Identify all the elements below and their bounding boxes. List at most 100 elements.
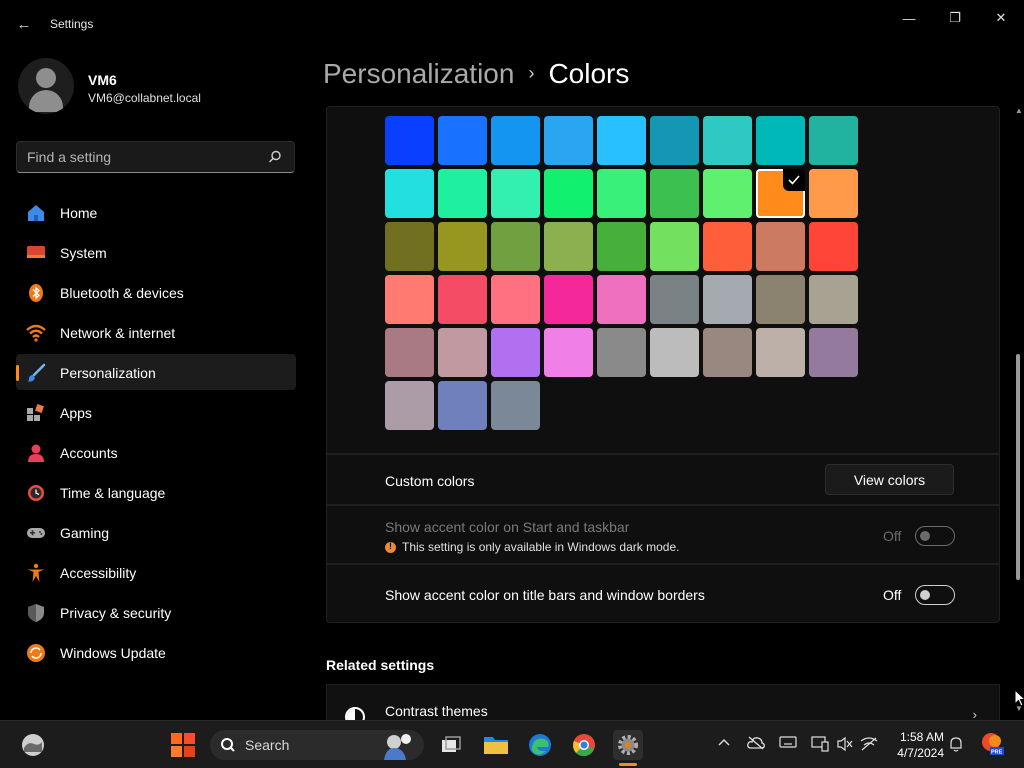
accent-color-swatch[interactable] [650, 275, 699, 324]
accent-color-swatch[interactable] [756, 169, 805, 218]
close-button[interactable]: ✕ [978, 6, 1024, 30]
taskbar-search[interactable]: Search [210, 730, 424, 760]
accent-color-swatch[interactable] [703, 222, 752, 271]
accent-color-swatch[interactable] [703, 116, 752, 165]
accent-color-swatch[interactable] [809, 169, 858, 218]
accent-color-swatch[interactable] [491, 169, 540, 218]
back-button[interactable]: ← [10, 12, 38, 36]
contrast-themes-link[interactable]: Contrast themes › [326, 684, 1000, 727]
sidebar-item-label: Time & language [60, 485, 166, 501]
accent-color-swatch[interactable] [703, 169, 752, 218]
user-profile[interactable]: VM6 VM6@collabnet.local [18, 58, 298, 122]
chrome-button[interactable] [569, 730, 599, 760]
show-hidden-icons-button[interactable] [718, 736, 730, 750]
minimize-button[interactable]: — [886, 6, 932, 30]
accent-color-swatch[interactable] [597, 328, 646, 377]
dark-mode-note-text: This setting is only available in Window… [402, 540, 680, 554]
accent-color-swatch[interactable] [491, 116, 540, 165]
sidebar-item-windows-update[interactable]: Windows Update [16, 634, 296, 670]
accent-color-swatch[interactable] [597, 222, 646, 271]
file-explorer-button[interactable] [481, 730, 511, 760]
sidebar-item-apps[interactable]: Apps [16, 394, 296, 430]
accent-color-swatch[interactable] [756, 328, 805, 377]
sidebar-item-privacy[interactable]: Privacy & security [16, 594, 296, 630]
accent-color-swatch[interactable] [809, 116, 858, 165]
accent-color-swatch[interactable] [544, 328, 593, 377]
breadcrumb-parent[interactable]: Personalization [323, 58, 514, 89]
accent-color-swatch[interactable] [809, 275, 858, 324]
scroll-thumb[interactable] [1016, 354, 1020, 580]
accent-color-swatch[interactable] [491, 381, 540, 430]
settings-taskbar-button[interactable] [613, 730, 643, 760]
chrome-browser-icon [573, 734, 595, 757]
taskbar-clock[interactable]: 1:58 AM 4/7/2024 [890, 729, 944, 761]
accent-color-swatch[interactable] [491, 275, 540, 324]
accent-color-swatch[interactable] [650, 116, 699, 165]
accent-color-swatch[interactable] [756, 222, 805, 271]
accent-color-swatch[interactable] [809, 328, 858, 377]
clock-time: 1:58 AM [899, 730, 944, 744]
scroll-up-icon[interactable]: ▲ [1015, 106, 1023, 115]
accent-color-swatch[interactable] [385, 222, 434, 271]
accent-color-swatch[interactable] [544, 222, 593, 271]
accent-color-swatch[interactable] [385, 381, 434, 430]
display-icon[interactable] [811, 736, 829, 755]
sidebar-item-system[interactable]: System [16, 234, 296, 270]
main-scrollbar[interactable]: ▲ ▼ [1012, 106, 1024, 720]
search-icon[interactable] [268, 150, 282, 164]
accent-color-swatch[interactable] [438, 328, 487, 377]
task-view-button[interactable] [436, 730, 466, 760]
page-title: Colors [548, 58, 630, 89]
accent-color-swatch[interactable] [650, 328, 699, 377]
start-button[interactable] [168, 730, 198, 760]
accent-color-swatch[interactable] [438, 222, 487, 271]
title-bar: ← Settings — ❐ ✕ [0, 0, 1024, 48]
accent-color-swatch[interactable] [438, 169, 487, 218]
accent-color-swatch[interactable] [385, 116, 434, 165]
notifications-button[interactable] [949, 736, 963, 755]
cloud-sync-icon[interactable] [747, 736, 765, 753]
sidebar-item-personalization[interactable]: Personalization [16, 354, 296, 390]
accent-color-swatch[interactable] [703, 328, 752, 377]
accent-start-taskbar-label: Show accent color on Start and taskbar [385, 519, 630, 535]
sidebar-item-accessibility[interactable]: Accessibility [16, 554, 296, 590]
accent-color-swatch[interactable] [650, 169, 699, 218]
contrast-themes-label: Contrast themes [385, 703, 488, 719]
restore-button[interactable]: ❐ [932, 6, 978, 30]
edge-button[interactable] [525, 730, 555, 760]
preview-build-icon[interactable]: PRE [980, 731, 1004, 760]
accent-color-swatch[interactable] [491, 328, 540, 377]
sidebar-item-time-language[interactable]: Time & language [16, 474, 296, 510]
accent-color-swatch[interactable] [597, 116, 646, 165]
accent-start-taskbar-toggle[interactable] [915, 526, 955, 546]
accent-color-swatch[interactable] [544, 169, 593, 218]
accent-color-swatch[interactable] [597, 275, 646, 324]
accent-color-swatch[interactable] [809, 222, 858, 271]
network-status-icon[interactable] [860, 736, 878, 755]
sidebar-item-bluetooth[interactable]: Bluetooth & devices [16, 274, 296, 310]
sidebar-item-home[interactable]: Home [16, 194, 296, 230]
accent-title-bars-toggle[interactable] [915, 585, 955, 605]
volume-muted-icon[interactable] [836, 736, 854, 755]
sidebar-item-accounts[interactable]: Accounts [16, 434, 296, 470]
widgets-button[interactable] [18, 730, 48, 760]
accent-color-swatch[interactable] [756, 116, 805, 165]
sidebar-item-gaming[interactable]: Gaming [16, 514, 296, 550]
accent-color-swatch[interactable] [385, 169, 434, 218]
accent-color-swatch[interactable] [756, 275, 805, 324]
search-input[interactable] [27, 148, 257, 166]
keyboard-icon[interactable] [779, 736, 797, 751]
accent-color-swatch[interactable] [438, 116, 487, 165]
accent-color-swatch[interactable] [385, 275, 434, 324]
accent-color-swatch[interactable] [703, 275, 752, 324]
accent-color-swatch[interactable] [650, 222, 699, 271]
accent-color-swatch[interactable] [385, 328, 434, 377]
accent-color-swatch[interactable] [544, 116, 593, 165]
accent-color-swatch[interactable] [438, 275, 487, 324]
accent-color-swatch[interactable] [544, 275, 593, 324]
accent-color-swatch[interactable] [597, 169, 646, 218]
sidebar-item-network[interactable]: Network & internet [16, 314, 296, 350]
accent-color-swatch[interactable] [438, 381, 487, 430]
accent-color-swatch[interactable] [491, 222, 540, 271]
view-colors-button[interactable]: View colors [825, 464, 954, 495]
